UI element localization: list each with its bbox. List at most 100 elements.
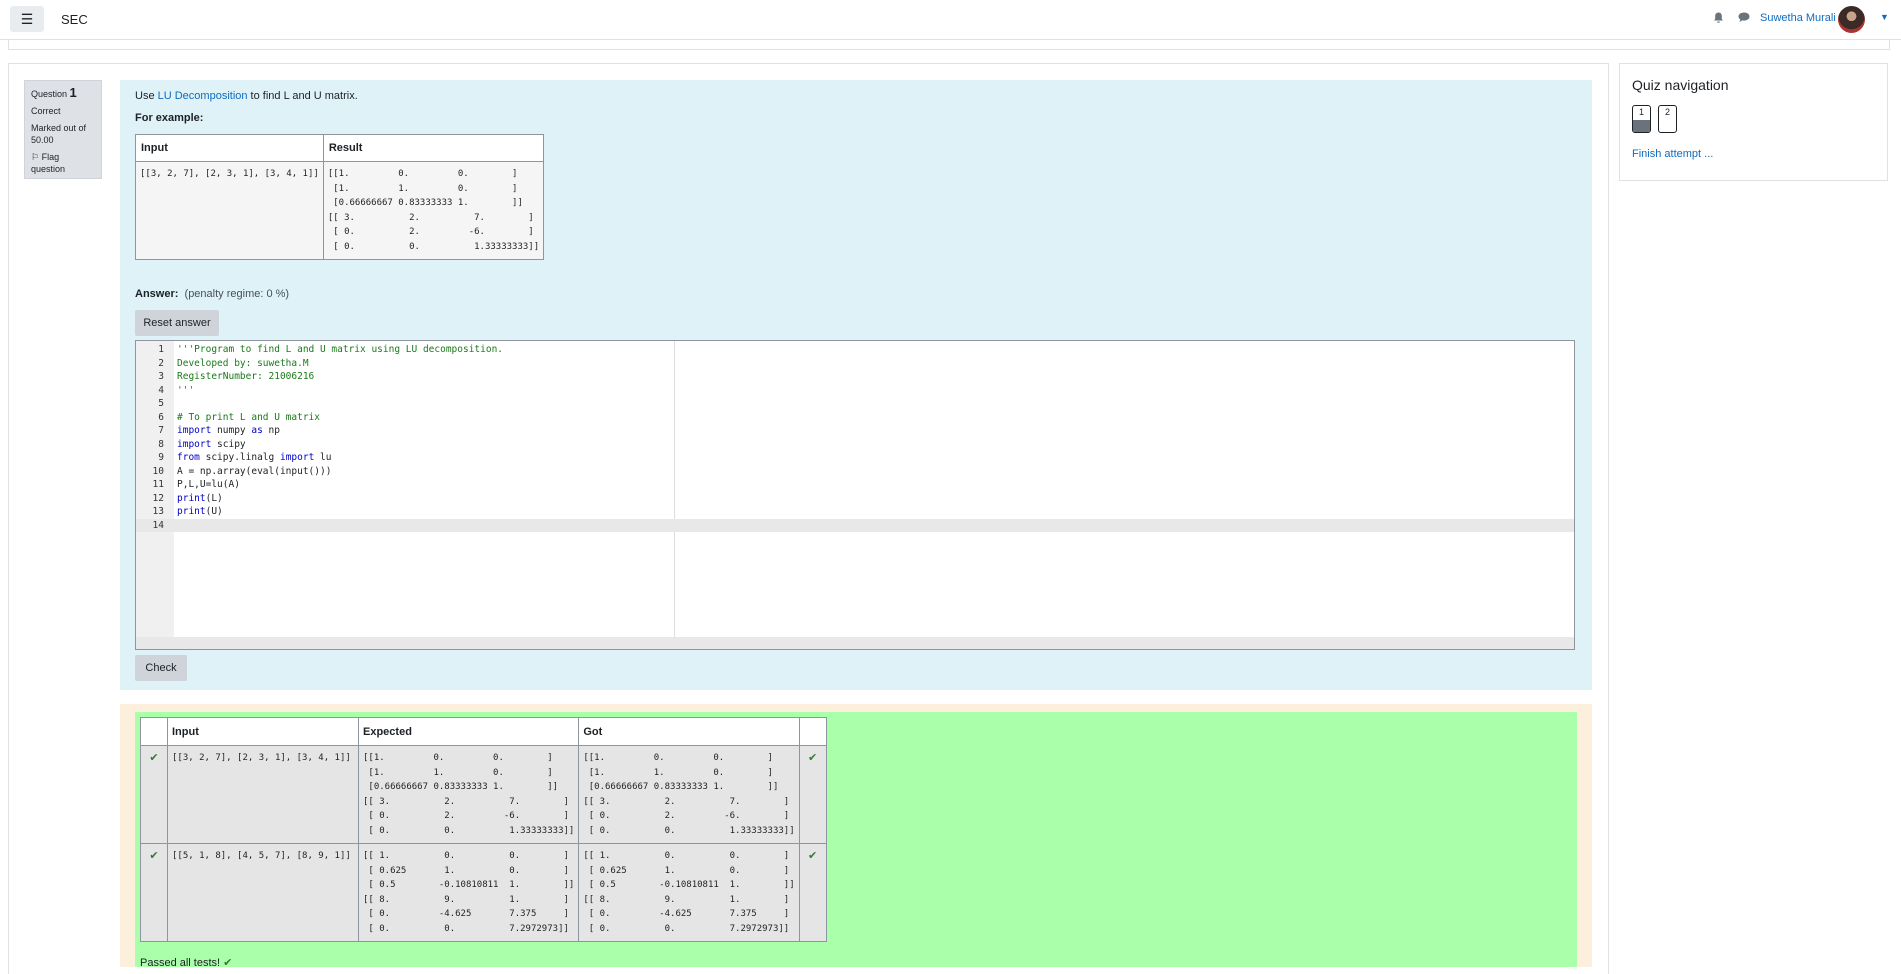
- code-line: 3 RegisterNumber: 21006216: [136, 370, 1574, 384]
- code-line: 1 '''Program to find L and U matrix using…: [136, 343, 1574, 357]
- line-number: 13: [152, 506, 164, 517]
- lu-decomposition-link[interactable]: LU Decomposition: [158, 90, 248, 102]
- code-line: 5: [136, 397, 1574, 411]
- line-number: 2: [158, 357, 164, 369]
- code-text: A = np.array(eval(input())): [177, 465, 332, 477]
- code-token: numpy: [211, 425, 252, 436]
- result-got-cell: [[ 1. 0. 0. ] [ 0.625 1. 0. ] [ 0.5 -0.1…: [578, 843, 800, 942]
- code-keyword: import: [177, 438, 212, 450]
- code-text: ''': [177, 384, 195, 396]
- question-outcome: Input Expected Got ✔ [[3, 2, 7], [2, 3, …: [120, 704, 1592, 969]
- code-line: 8 import scipy: [136, 438, 1574, 452]
- line-number: 12: [152, 492, 164, 504]
- results-header-mark: [798, 717, 827, 746]
- editor-horizontal-scrollbar[interactable]: [136, 637, 1574, 649]
- question-text: Use LU Decomposition to find L and U mat…: [135, 90, 358, 102]
- quiz-navigation-title: Quiz navigation: [1632, 77, 1729, 93]
- code-line: 12 print(L): [136, 492, 1574, 506]
- question-text-prefix: Use: [135, 90, 158, 102]
- results-table: Input Expected Got ✔ [[3, 2, 7], [2, 3, …: [140, 717, 827, 942]
- code-keyword: as: [251, 425, 263, 436]
- example-table: Input Result [[3, 2, 7], [2, 3, 1], [3, …: [135, 134, 545, 260]
- check-icon: ✔: [798, 843, 827, 942]
- results-header-input: Input: [167, 717, 359, 746]
- question-formulation: Use LU Decomposition to find L and U mat…: [120, 80, 1592, 690]
- code-line: 13 print(U): [136, 505, 1574, 519]
- line-number: 11: [152, 479, 164, 490]
- example-header-result: Result: [322, 134, 545, 162]
- finish-attempt-link[interactable]: Finish attempt ...: [1632, 148, 1713, 160]
- code-text: print(L): [177, 492, 223, 506]
- bell-icon[interactable]: [1713, 12, 1724, 27]
- code-text: import numpy as np: [177, 424, 280, 438]
- line-number: 3: [158, 371, 164, 382]
- user-name-link[interactable]: Suwetha Murali: [1760, 12, 1836, 24]
- quiz-nav-question-2[interactable]: 2: [1658, 105, 1677, 133]
- code-text: RegisterNumber: 21006216: [177, 371, 315, 382]
- line-number: 10: [152, 465, 164, 477]
- chevron-down-icon[interactable]: ▼: [1880, 12, 1889, 22]
- code-line: 10 A = np.array(eval(input())): [136, 465, 1574, 479]
- code-lines[interactable]: 1 '''Program to find L and U matrix using…: [136, 343, 1574, 532]
- code-keyword: print: [177, 492, 206, 504]
- test-results-panel: Input Expected Got ✔ [[3, 2, 7], [2, 3, …: [135, 712, 1577, 969]
- code-line: 4 ''': [136, 384, 1574, 398]
- chat-icon[interactable]: [1738, 12, 1750, 26]
- check-button[interactable]: Check: [135, 655, 187, 681]
- question-info-panel: Question 1 Correct Marked out of 50.00 ⚐…: [24, 80, 102, 179]
- code-token: np: [262, 425, 280, 436]
- code-token: scipy.linalg: [199, 452, 280, 463]
- code-editor[interactable]: 1 '''Program to find L and U matrix using…: [135, 340, 1575, 650]
- code-line: 7 import numpy as np: [136, 424, 1574, 438]
- line-number: 5: [158, 398, 164, 409]
- quiz-nav-question-1[interactable]: 1: [1632, 105, 1651, 133]
- check-icon: ✔: [140, 843, 168, 942]
- check-icon: ✔: [223, 957, 233, 969]
- code-keyword: from: [177, 452, 200, 463]
- code-text: P,L,U=lu(A): [177, 479, 240, 490]
- check-icon: ✔: [798, 745, 827, 844]
- code-text: '''Program to find L and U matrix using …: [177, 344, 504, 355]
- code-token: (L): [205, 492, 223, 504]
- question-label: Question: [31, 89, 68, 99]
- code-token: scipy: [211, 438, 246, 450]
- code-line: 2 Developed by: suwetha.M: [136, 357, 1574, 371]
- quiz-navigation-block: Quiz navigation 1 2 Finish attempt ...: [1619, 63, 1888, 181]
- code-text: # To print L and U matrix: [177, 411, 320, 423]
- code-text: from scipy.linalg import lu: [177, 451, 331, 465]
- quiz-nav-number: 1: [1638, 107, 1644, 117]
- top-navbar: ☰ SEC Suwetha Murali ▼: [0, 0, 1901, 40]
- avatar[interactable]: [1838, 6, 1865, 33]
- for-example-heading: For example:: [135, 112, 204, 124]
- passed-text: Passed all tests!: [140, 957, 221, 969]
- example-header-input: Input: [135, 134, 324, 162]
- menu-toggle-button[interactable]: ☰: [10, 6, 44, 32]
- code-text: print(U): [177, 505, 223, 519]
- code-line: 11 P,L,U=lu(A): [136, 478, 1574, 492]
- question-text-suffix: to find L and U matrix.: [247, 90, 358, 102]
- reset-answer-button[interactable]: Reset answer: [135, 310, 219, 336]
- result-input-cell: [[3, 2, 7], [2, 3, 1], [3, 4, 1]]: [167, 745, 359, 844]
- check-icon: ✔: [140, 745, 168, 844]
- active-code-line: 14: [136, 518, 1574, 532]
- result-expected-cell: [[1. 0. 0. ] [1. 1. 0. ] [0.66666667 0.8…: [357, 745, 580, 844]
- table-row: ✔ [[5, 1, 8], [4, 5, 7], [8, 9, 1]] [[ 1…: [140, 843, 827, 942]
- header-strip: [8, 39, 1890, 50]
- line-number: 8: [158, 438, 164, 450]
- flag-question-link[interactable]: ⚐ Flag question: [31, 151, 95, 175]
- line-number: 6: [158, 411, 164, 423]
- result-expected-cell: [[ 1. 0. 0. ] [ 0.625 1. 0. ] [ 0.5 -0.1…: [357, 843, 580, 942]
- table-row: ✔ [[3, 2, 7], [2, 3, 1], [3, 4, 1]] [[1.…: [140, 745, 827, 844]
- result-input-cell: [[5, 1, 8], [4, 5, 7], [8, 9, 1]]: [167, 843, 359, 942]
- line-number: 14: [152, 519, 164, 531]
- line-number: 4: [158, 384, 164, 396]
- example-result-cell: [[1. 0. 0. ] [1. 1. 0. ] [0.66666667 0.8…: [322, 161, 545, 260]
- code-token: (U): [205, 506, 223, 517]
- code-text: import scipy: [177, 438, 246, 452]
- answer-label: Answer: (penalty regime: 0 %): [135, 288, 289, 300]
- site-name-link[interactable]: SEC: [61, 12, 88, 27]
- results-header-got: Got: [578, 717, 800, 746]
- code-line: 9 from scipy.linalg import lu: [136, 451, 1574, 465]
- passed-all-tests-message: Passed all tests! ✔: [140, 956, 232, 969]
- line-number: 7: [158, 425, 164, 436]
